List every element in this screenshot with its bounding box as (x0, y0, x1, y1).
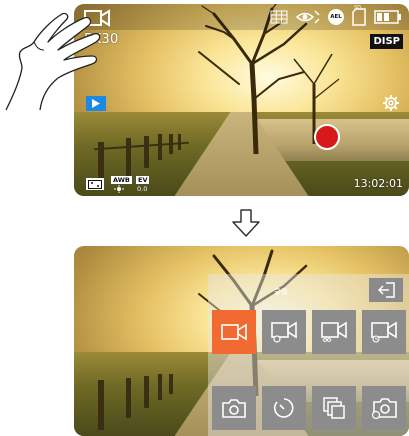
burst-icon (323, 397, 345, 419)
video-mode-icon (221, 323, 247, 341)
video-slowmotion-tile[interactable] (362, 310, 406, 354)
photo-timelapse-tile[interactable] (362, 386, 406, 430)
exit-icon (377, 282, 395, 298)
focus-icon[interactable] (86, 178, 104, 190)
video-slowmotion-icon (371, 321, 397, 343)
exit-button[interactable] (369, 278, 403, 302)
video-timelapse-tile[interactable] (262, 310, 306, 354)
tap-gesture-hand-icon (5, 12, 101, 111)
photo-icon (222, 399, 246, 418)
mode-menu-panel: 录像 (208, 274, 409, 436)
disp-button[interactable]: DISP (370, 34, 403, 49)
video-mode-tile[interactable] (212, 310, 256, 354)
photo-timelapse-icon (371, 398, 397, 419)
landscape-scene (74, 4, 409, 196)
mode-menu-screen: 录像 (74, 246, 409, 436)
photo-tile[interactable] (212, 386, 256, 430)
menu-title: 录像 (274, 288, 288, 296)
ael-icon[interactable]: AEL (328, 9, 344, 25)
ev-value-text: 0.0 (137, 185, 148, 193)
timer-tile[interactable] (262, 386, 306, 430)
grid-icon[interactable] (270, 10, 288, 24)
settings-gear-icon[interactable] (382, 94, 400, 112)
video-timelapse-icon (271, 321, 297, 343)
record-button[interactable] (314, 124, 340, 150)
camera-preview-screen: AEL SD 5K30 DISP AWB EV 0.0 13:02:01 (74, 4, 409, 196)
video-loop-icon (321, 321, 347, 343)
burst-tile[interactable] (312, 386, 356, 430)
battery-icon (374, 10, 401, 24)
clock-time: 13:02:01 (353, 177, 403, 190)
eye-icon[interactable] (296, 9, 320, 25)
timer-icon (273, 398, 294, 418)
wb-badge[interactable]: AWB (111, 176, 132, 184)
ev-badge[interactable]: EV (136, 176, 150, 184)
storage-badge: SD (354, 5, 362, 11)
down-arrow-icon (232, 209, 260, 237)
sun-icon (114, 185, 124, 193)
video-loop-tile[interactable] (312, 310, 356, 354)
